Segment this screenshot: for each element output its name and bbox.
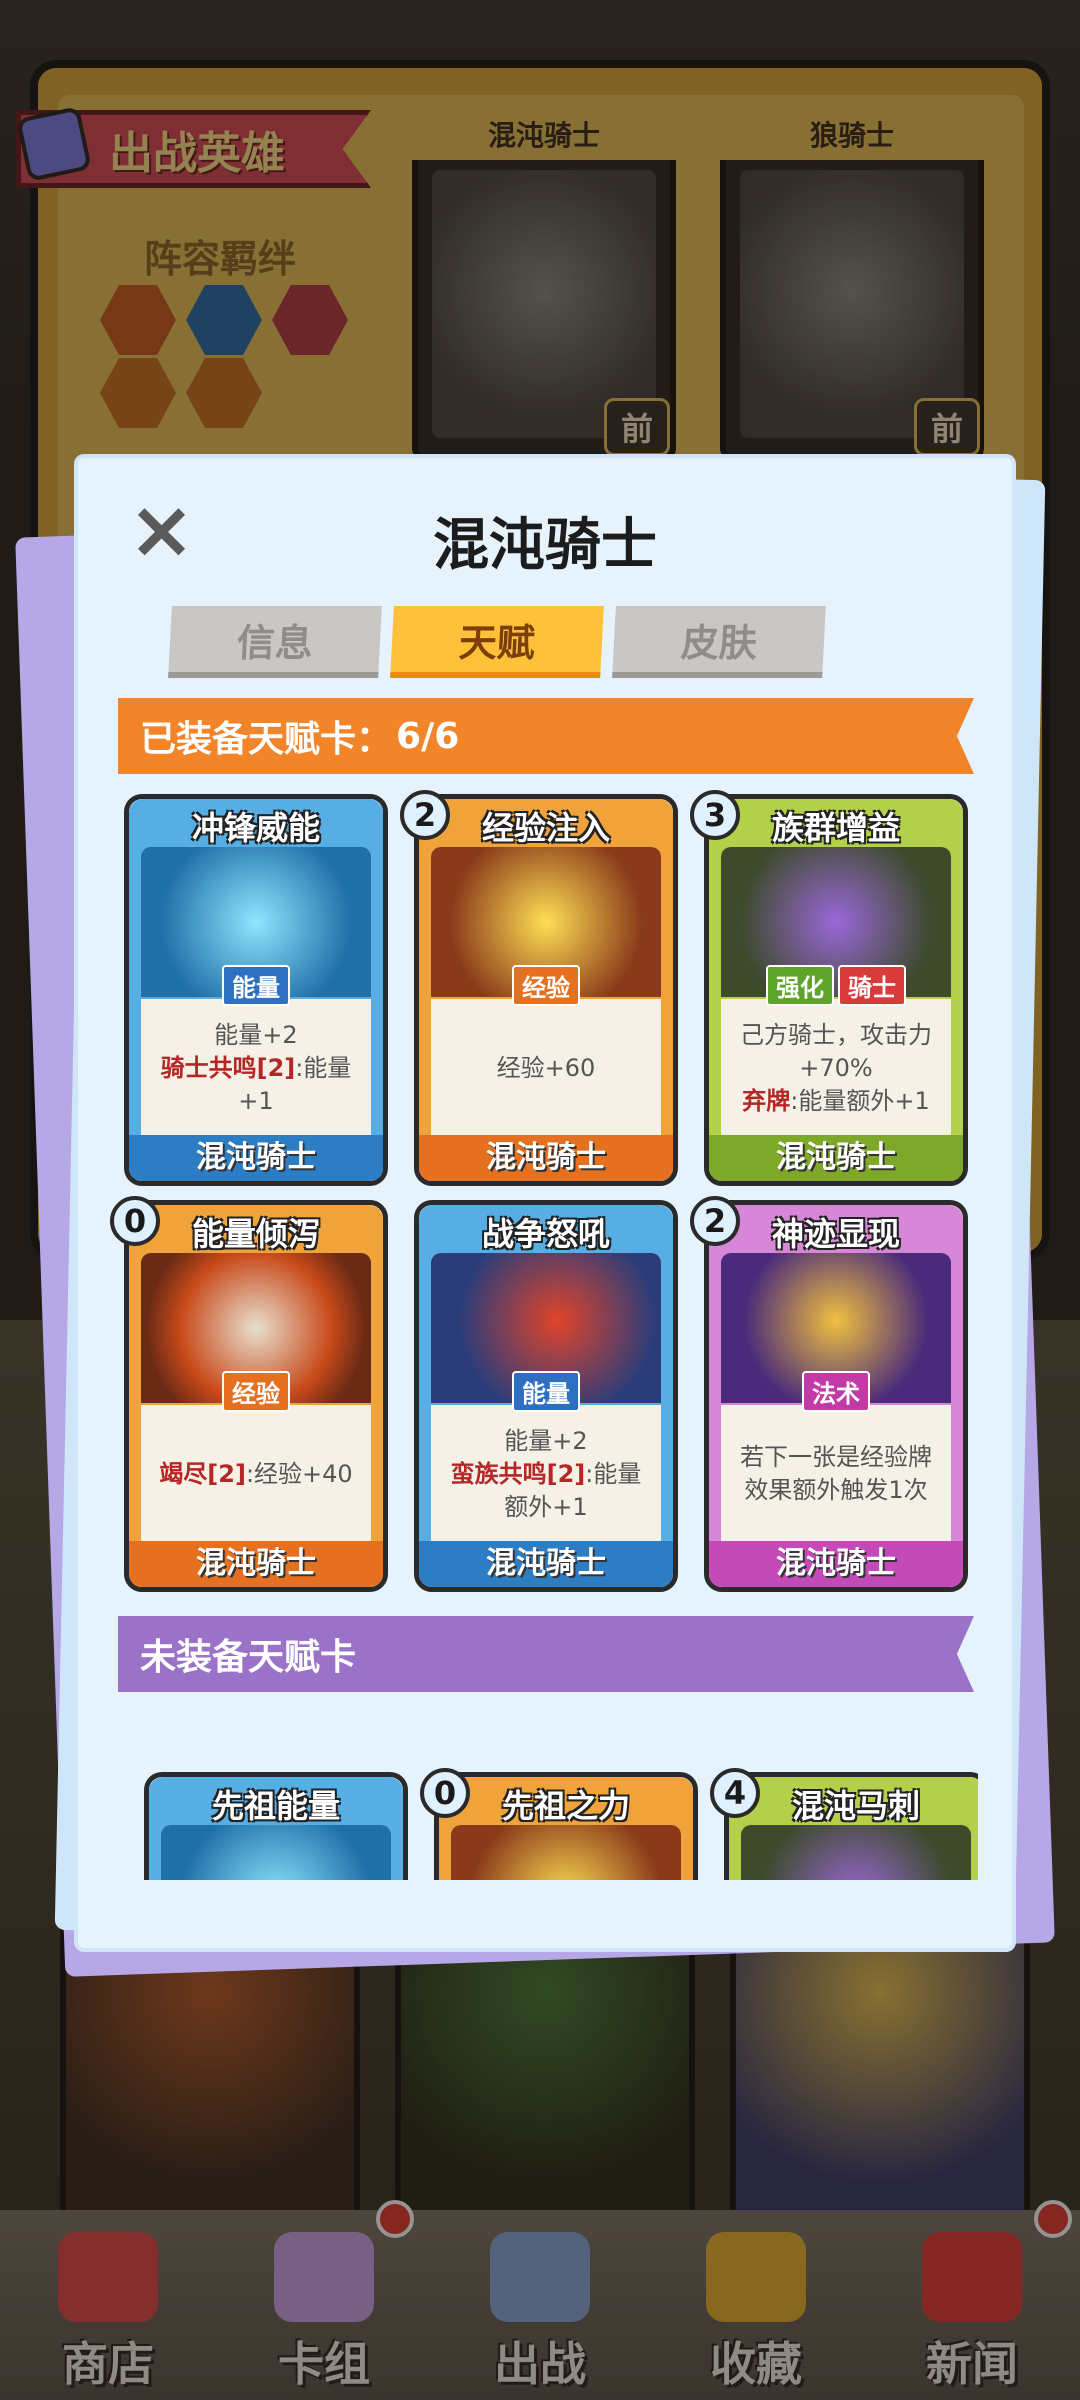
tab-bar: 信息 天赋 皮肤 (168, 606, 826, 678)
card-description: 竭尽[2]:经验+40 (141, 1405, 371, 1543)
card-title: 经验注入 (481, 809, 610, 847)
cost-badge: 0 (110, 1196, 160, 1246)
description-text: 经验+60 (496, 1053, 596, 1082)
card-tag: 骑士 (838, 965, 906, 1006)
card-tag: 能量 (222, 965, 290, 1006)
unequipped-section-label: 未装备天赋卡 (140, 1637, 357, 1678)
card-title: 冲锋威能 (191, 809, 320, 847)
cost-badge: 0 (420, 1768, 470, 1818)
talent-card[interactable]: 先祖之力经验 (434, 1772, 698, 1880)
card-title: 神迹显现 (771, 1215, 900, 1253)
cost-badge: 4 (710, 1768, 760, 1818)
card-owner: 混沌骑士 (129, 1541, 383, 1587)
talent-card[interactable]: 族群增益 强化 骑士 己方骑士，攻击力+70% 弃牌:能量额外+1 混沌骑士 (704, 794, 968, 1186)
tab-skin[interactable]: 皮肤 (612, 606, 826, 678)
card-art (451, 1825, 681, 1880)
description-text: 能量+2 (214, 1020, 298, 1049)
card-title: 先祖之力 (501, 1787, 630, 1825)
card-title: 战争怒吼 (481, 1215, 610, 1253)
keyword: 弃牌 (742, 1086, 791, 1115)
cost-badge: 3 (690, 790, 740, 840)
unequipped-section-header: 未装备天赋卡 (118, 1616, 974, 1692)
talent-modal: × 混沌骑士 信息 天赋 皮肤 已装备天赋卡： 6/6 冲锋威能 能量 能量+2 骑士… (78, 458, 1012, 1948)
description-text: 己方骑士，攻击力+70% (740, 1020, 932, 1082)
cost-badge: 2 (690, 1196, 740, 1246)
description-line: 经验+60 (439, 1052, 653, 1085)
cost-badge: 2 (400, 790, 450, 840)
card-tag: 法术 (802, 1371, 870, 1412)
card-owner: 混沌骑士 (419, 1541, 673, 1587)
card-art (161, 1825, 391, 1880)
equipped-section-label: 已装备天赋卡： (140, 719, 393, 760)
card-description: 能量+2 骑士共鸣[2]:能量+1 (141, 999, 371, 1137)
talent-card[interactable]: 神迹显现法术若下一张是经验牌效果额外触发1次混沌骑士 (704, 1200, 968, 1592)
equipped-section-header: 已装备天赋卡： 6/6 (118, 698, 974, 774)
card-tag: 经验 (512, 965, 580, 1006)
card-description: 己方骑士，攻击力+70% 弃牌:能量额外+1 (721, 999, 951, 1137)
card-title: 能量倾泻 (191, 1215, 320, 1253)
card-owner: 混沌骑士 (709, 1135, 963, 1181)
talent-card[interactable]: 战争怒吼能量能量+2 蛮族共鸣[2]:能量额外+1 混沌骑士 (414, 1200, 678, 1592)
description-text: :能量额外+1 (790, 1086, 930, 1115)
modal-title: 混沌骑士 (433, 513, 657, 578)
card-description: 若下一张是经验牌效果额外触发1次 (721, 1405, 951, 1543)
card-tags: 能量 (419, 1371, 673, 1412)
talent-card[interactable]: 冲锋威能能量能量+2 骑士共鸣[2]:能量+1 混沌骑士 (124, 794, 388, 1186)
description-line: 己方骑士，攻击力+70% (729, 1019, 943, 1085)
description-line: 弃牌:能量额外+1 (729, 1085, 943, 1118)
keyword: 蛮族共鸣[2] (450, 1459, 586, 1488)
equipped-count: 6/6 (396, 715, 460, 757)
description-text: :经验+40 (245, 1459, 353, 1488)
card-title: 混沌马刺 (791, 1787, 920, 1825)
card-title: 先祖能量 (211, 1787, 340, 1825)
card-description: 能量+2 蛮族共鸣[2]:能量额外+1 (431, 1405, 661, 1543)
talent-card[interactable]: 先祖能量能量 (144, 1772, 408, 1880)
keyword: 骑士共鸣[2] (160, 1053, 296, 1082)
card-owner: 混沌骑士 (419, 1135, 673, 1181)
description-line: 能量+2 (149, 1019, 363, 1052)
description-line: 蛮族共鸣[2]:能量额外+1 (439, 1458, 653, 1524)
card-tag: 强化 (766, 965, 834, 1006)
talent-card[interactable]: 经验注入经验经验+60 混沌骑士 (414, 794, 678, 1186)
card-tags: 经验 (419, 965, 673, 1006)
card-art (741, 1825, 971, 1880)
card-tag: 经验 (222, 1371, 290, 1412)
keyword: 竭尽[2] (159, 1459, 246, 1488)
description-line: 竭尽[2]:经验+40 (149, 1458, 363, 1491)
tab-info[interactable]: 信息 (168, 606, 382, 678)
talent-card[interactable]: 混沌马刺强化蛮族 (724, 1772, 978, 1880)
description-line: 若下一张是经验牌效果额外触发1次 (729, 1441, 943, 1507)
description-line: 能量+2 (439, 1425, 653, 1458)
description-line: 骑士共鸣[2]:能量+1 (149, 1052, 363, 1118)
card-title: 族群增益 (771, 809, 900, 847)
card-tags: 法术 (709, 1371, 963, 1412)
description-text: 若下一张是经验牌效果额外触发1次 (740, 1443, 932, 1504)
card-tags: 能量 (129, 965, 383, 1006)
card-tag: 能量 (512, 1371, 580, 1412)
tab-talent[interactable]: 天赋 (390, 606, 604, 678)
card-tags: 经验 (129, 1371, 383, 1412)
unequipped-card-grid: 先祖能量能量先祖之力经验0 混沌马刺强化蛮族4 (118, 1720, 978, 1880)
talent-card[interactable]: 能量倾泻经验竭尽[2]:经验+40 混沌骑士 (124, 1200, 388, 1592)
card-owner: 混沌骑士 (129, 1135, 383, 1181)
card-tags: 强化 骑士 (709, 965, 963, 1006)
description-text: 能量+2 (504, 1426, 588, 1455)
card-owner: 混沌骑士 (709, 1541, 963, 1587)
card-description: 经验+60 (431, 999, 661, 1137)
